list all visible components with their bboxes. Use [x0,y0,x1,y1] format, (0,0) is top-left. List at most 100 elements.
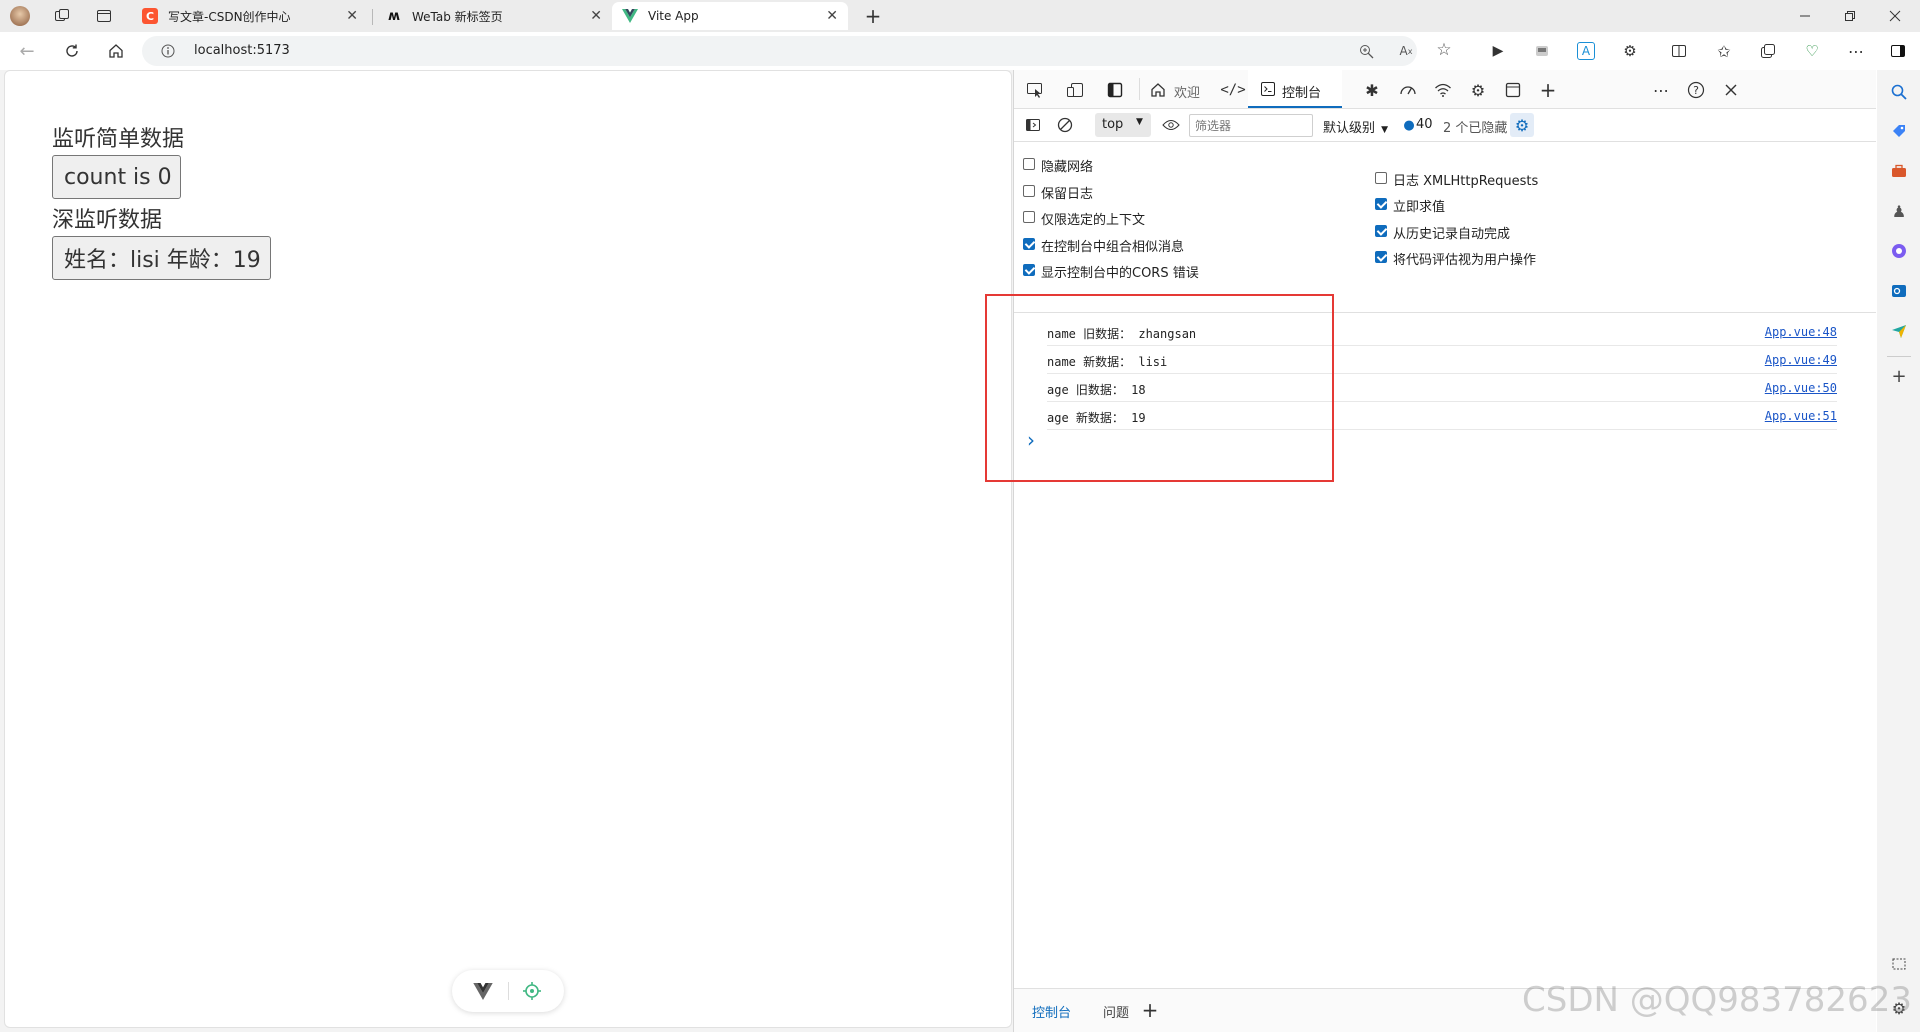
application-panel-icon[interactable] [1502,79,1524,101]
settings-gear-icon[interactable]: ⚙ [1467,79,1489,101]
drawer-add-tab-icon[interactable]: + [1139,998,1161,1022]
restore-icon[interactable] [1840,6,1860,26]
add-sidebar-app-icon[interactable]: + [1889,366,1909,387]
group-similar-label: 在控制台中组合相似消息 [1041,240,1185,255]
shopping-tag-icon[interactable] [1889,121,1909,141]
tab-welcome[interactable]: 欢迎 [1174,82,1200,101]
vertical-tabs-icon[interactable] [94,6,114,26]
tab-csdn[interactable]: C 写文章-CSDN创作中心 ✕ [132,2,368,30]
drawer-tab-issues[interactable]: 问题 [1103,1002,1129,1021]
refresh-icon[interactable] [61,40,83,62]
address-bar[interactable]: localhost:5173 Aⅹ ☆ [142,36,1452,66]
tab-close-icon[interactable]: ✕ [590,8,602,24]
vue-logo-icon[interactable] [472,982,494,1000]
elements-code-icon[interactable]: </> [1220,79,1245,101]
site-info-icon[interactable] [160,43,176,59]
zoom-icon[interactable] [1357,42,1375,60]
back-icon[interactable]: ← [16,40,38,62]
inspect-target-icon[interactable] [522,981,542,1001]
more-menu-icon[interactable]: ⋯ [1845,40,1867,62]
outlook-icon[interactable] [1889,281,1909,301]
autocomplete-history-checkbox[interactable] [1375,225,1387,237]
tab-wetab[interactable]: ʍ WeTab 新标签页 ✕ [376,2,612,30]
messages-bubble-icon[interactable]: ● [1401,116,1417,134]
tab-vite-app[interactable]: Vite App ✕ [612,2,848,30]
hide-network-checkbox[interactable] [1023,158,1035,170]
drawer-tab-console[interactable]: 控制台 [1032,1002,1071,1021]
split-screen-icon[interactable] [1668,40,1690,62]
filter-input[interactable] [1189,114,1313,137]
microsoft365-icon[interactable] [1889,241,1909,261]
tab-divider [372,9,373,25]
heading-simple-watch: 监听简单数据 [52,127,185,152]
device-emulation-icon[interactable] [1064,79,1086,101]
send-paper-plane-icon[interactable] [1889,321,1909,341]
log-level-label: 默认级别 [1323,121,1376,136]
minimize-icon[interactable] [1795,6,1815,26]
workspaces-icon[interactable] [52,6,72,26]
log-source-link[interactable]: App.vue:51 [1765,409,1837,423]
extensions-puzzle-icon[interactable]: ⚙ [1619,40,1641,62]
more-tools-plus-icon[interactable]: + [1537,78,1559,102]
help-icon[interactable]: ? [1685,79,1707,101]
play-icon[interactable]: ▶ [1487,40,1509,62]
user-activation-label: 将代码评估视为用户操作 [1393,253,1537,268]
log-xhr-label: 日志 XMLHttpRequests [1393,174,1539,189]
preserve-log-checkbox[interactable] [1023,185,1035,197]
extension-tile-icon[interactable] [1531,40,1553,62]
tools-briefcase-icon[interactable] [1889,161,1909,181]
inspect-element-icon[interactable] [1024,79,1046,101]
selected-context-checkbox[interactable] [1023,211,1035,223]
home-icon[interactable] [105,40,127,62]
dock-side-icon[interactable] [1104,79,1126,101]
tab-console-active[interactable]: 控制台 [1248,70,1342,108]
log-source-link[interactable]: App.vue:49 [1765,353,1837,367]
svg-text:?: ? [1693,84,1699,97]
games-chess-icon[interactable]: ♟ [1889,201,1909,221]
group-similar-checkbox[interactable] [1023,238,1035,250]
tab-close-icon[interactable]: ✕ [346,8,358,24]
search-icon[interactable] [1889,82,1909,102]
clear-console-icon[interactable] [1054,114,1076,136]
vue-devtools-floating-bar[interactable] [452,970,564,1012]
eager-eval-checkbox[interactable] [1375,198,1387,210]
sidebar-toggle-icon[interactable] [1887,40,1909,62]
translate-ext-icon[interactable]: A [1577,42,1595,60]
log-source-link[interactable]: App.vue:48 [1765,325,1837,339]
console-icon [1258,79,1278,99]
show-sidebar-icon[interactable] [1022,114,1044,136]
devtools-more-icon[interactable]: ⋯ [1650,79,1672,101]
network-wifi-icon[interactable] [1432,79,1454,101]
context-select[interactable]: top ▼ [1095,113,1151,137]
cors-errors-checkbox[interactable] [1023,264,1035,276]
wetab-favicon-icon: ʍ [387,8,400,24]
log-source-link[interactable]: App.vue:50 [1765,381,1837,395]
log-xhr-checkbox[interactable] [1375,172,1387,184]
tab-close-icon[interactable]: ✕ [826,8,838,24]
screenshot-icon[interactable] [1889,954,1909,974]
live-expression-eye-icon[interactable] [1160,114,1182,136]
performance-icon[interactable] [1397,79,1419,101]
favorites-icon[interactable]: ✩ [1713,40,1735,62]
console-settings-gear-icon[interactable]: ⚙ [1510,113,1534,137]
collections-icon[interactable] [1757,40,1779,62]
count-button[interactable]: count is 0 [52,155,181,199]
favorite-star-icon[interactable]: ☆ [1435,40,1453,60]
user-activation-checkbox[interactable] [1375,251,1387,263]
browser-essentials-icon[interactable]: ♡ [1801,40,1823,62]
log-level-select[interactable]: 默认级别 ▼ [1323,117,1388,136]
devtools-panel: 欢迎 </> 控制台 ✱ ⚙ + ⋯ ? top ▼ 默认级别 ▼ ● [1013,70,1877,1032]
tab-title: WeTab 新标签页 [412,9,503,24]
url-text[interactable]: localhost:5173 [194,43,290,58]
read-aloud-icon[interactable]: Aⅹ [1397,42,1415,60]
person-button[interactable]: 姓名：lisi 年龄：19 [52,236,271,280]
message-count[interactable]: 40 [1416,117,1433,132]
sources-bug-icon[interactable]: ✱ [1361,79,1383,101]
autocomplete-history-label: 从历史记录自动完成 [1393,227,1511,242]
tab-title: 写文章-CSDN创作中心 [168,9,291,24]
new-tab-icon[interactable]: + [862,4,884,28]
close-devtools-icon[interactable] [1720,79,1742,101]
profile-avatar[interactable] [10,6,30,26]
welcome-home-icon[interactable] [1147,79,1169,101]
close-window-icon[interactable] [1885,6,1905,26]
